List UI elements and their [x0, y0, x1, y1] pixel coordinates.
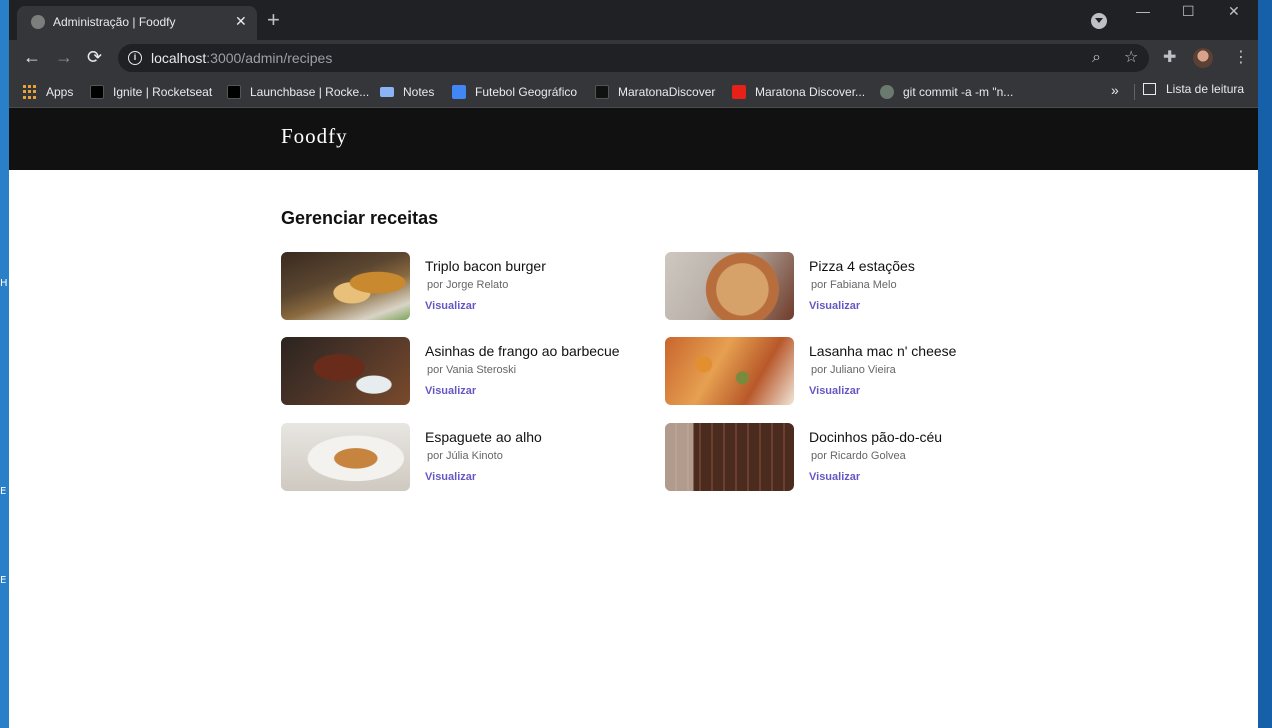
- bookmarks-divider: [1134, 84, 1135, 100]
- recipe-author: por Fabiana Melo: [811, 279, 897, 291]
- view-recipe-link[interactable]: Visualizar: [425, 385, 476, 397]
- recipe-author: por Jorge Relato: [427, 279, 509, 291]
- recipe-card: Triplo bacon burger por Jorge Relato Vis…: [281, 252, 641, 320]
- recipe-title: Lasanha mac n' cheese: [809, 343, 957, 359]
- rocketseat-icon: [227, 85, 241, 99]
- docs-icon: [452, 85, 466, 99]
- bookmark-label: Ignite | Rocketseat: [113, 85, 213, 99]
- globe-icon: [31, 15, 45, 29]
- profile-avatar[interactable]: [1193, 48, 1213, 68]
- close-window-button[interactable]: ✕: [1228, 2, 1240, 20]
- desktop-right-strip: [1258, 0, 1272, 728]
- bookmark-maratona[interactable]: MaratonaDiscover: [595, 82, 715, 102]
- url-text: localhost:3000/admin/recipes: [151, 50, 332, 66]
- view-recipe-link[interactable]: Visualizar: [425, 471, 476, 483]
- page-viewport: Foodfy Gerenciar receitas Triplo bacon b…: [9, 108, 1258, 728]
- view-recipe-link[interactable]: Visualizar: [425, 300, 476, 312]
- bookmark-label: git commit -a -m "n...: [903, 85, 1014, 99]
- bookmark-ignite[interactable]: Ignite | Rocketseat: [90, 82, 212, 102]
- view-recipe-link[interactable]: Visualizar: [809, 385, 860, 397]
- bookmark-label: MaratonaDiscover: [618, 85, 716, 99]
- page-title: Gerenciar receitas: [281, 208, 439, 228]
- back-button[interactable]: ←: [23, 47, 41, 67]
- desktop-icon-fragment: E: [0, 575, 7, 586]
- recipe-title: Asinhas de frango ao barbecue: [425, 343, 620, 359]
- recipe-image: [281, 423, 410, 491]
- recipe-author: por Juliano Vieira: [811, 364, 896, 376]
- site-info-icon[interactable]: i: [128, 51, 142, 65]
- youtube-icon: [732, 85, 746, 99]
- recipe-image: [665, 337, 794, 405]
- reading-list-button[interactable]: Lista de leitura: [1143, 82, 1244, 96]
- extensions-icon[interactable]: ✚: [1163, 48, 1176, 68]
- desktop-icon-fragment: E: [0, 486, 7, 497]
- browser-window: Administração | Foodfy ✕ + — ☐ ✕ ← → ⟳ i…: [9, 0, 1258, 728]
- browser-toolbar: ← → ⟳ i localhost:3000/admin/recipes ⌕ ☆…: [9, 40, 1258, 76]
- recipe-title: Espaguete ao alho: [425, 429, 542, 445]
- bookmark-git[interactable]: git commit -a -m "n...: [880, 82, 1013, 102]
- reload-button[interactable]: ⟳: [87, 47, 102, 67]
- recipe-card: Lasanha mac n' cheese por Juliano Vieira…: [665, 337, 1025, 405]
- address-bar[interactable]: i localhost:3000/admin/recipes ⌕ ☆: [118, 44, 1149, 72]
- recipe-author: por Ricardo Golvea: [811, 450, 906, 462]
- recipe-card: Pizza 4 estações por Fabiana Melo Visual…: [665, 252, 1025, 320]
- recipe-author: por Vania Steroski: [427, 364, 517, 376]
- site-logo[interactable]: Foodfy: [281, 124, 348, 149]
- tab-search-icon[interactable]: [1091, 13, 1107, 29]
- bookmark-launchbase[interactable]: Launchbase | Rocke...: [227, 82, 369, 102]
- view-recipe-link[interactable]: Visualizar: [809, 471, 860, 483]
- recipe-title: Triplo bacon burger: [425, 258, 546, 274]
- rocketseat-icon: [90, 85, 104, 99]
- bookmarks-overflow-button[interactable]: »: [1111, 82, 1119, 98]
- bookmark-label: Notes: [403, 85, 435, 99]
- menu-kebab-icon[interactable]: ⋮: [1233, 48, 1249, 68]
- zoom-icon[interactable]: ⌕: [1092, 48, 1101, 68]
- forward-button[interactable]: →: [55, 47, 73, 67]
- laptop-icon: [380, 87, 394, 97]
- recipe-image: [665, 423, 794, 491]
- reading-list-label: Lista de leitura: [1166, 82, 1245, 96]
- recipe-card: Espaguete ao alho por Júlia Kinoto Visua…: [281, 423, 641, 491]
- minimize-button[interactable]: —: [1136, 2, 1150, 20]
- recipe-title: Pizza 4 estações: [809, 258, 915, 274]
- recipe-title: Docinhos pão-do-céu: [809, 429, 943, 445]
- bookmark-maratona-youtube[interactable]: Maratona Discover...: [732, 82, 865, 102]
- site-header: Foodfy: [9, 108, 1258, 170]
- bookmark-notes[interactable]: Notes: [380, 82, 434, 102]
- recipe-author: por Júlia Kinoto: [427, 450, 503, 462]
- maximize-button[interactable]: ☐: [1182, 2, 1195, 20]
- new-tab-button[interactable]: +: [267, 9, 280, 31]
- tab-title: Administração | Foodfy: [53, 15, 176, 29]
- tab-active[interactable]: Administração | Foodfy ✕: [17, 6, 257, 40]
- desktop-left-strip: H E E: [0, 0, 9, 728]
- info-icon: [595, 85, 609, 99]
- bookmarks-bar: Apps Ignite | Rocketseat Launchbase | Ro…: [9, 76, 1258, 108]
- bookmark-label: Maratona Discover...: [755, 85, 866, 99]
- url-path: :3000/admin/recipes: [206, 50, 333, 66]
- tab-strip: Administração | Foodfy ✕ + — ☐ ✕: [9, 0, 1258, 40]
- bookmark-apps[interactable]: Apps: [23, 82, 73, 102]
- bookmark-label: Launchbase | Rocke...: [250, 85, 370, 99]
- recipe-image: [665, 252, 794, 320]
- desktop-icon-fragment: H: [0, 278, 8, 289]
- reading-list-icon: [1143, 83, 1156, 95]
- recipe-image: [281, 337, 410, 405]
- git-icon: [880, 85, 894, 99]
- tab-close-icon[interactable]: ✕: [235, 12, 247, 30]
- bookmark-label: Futebol Geográfico: [475, 85, 578, 99]
- recipe-card: Docinhos pão-do-céu por Ricardo Golvea V…: [665, 423, 1025, 491]
- bookmark-futebol[interactable]: Futebol Geográfico: [452, 82, 577, 102]
- view-recipe-link[interactable]: Visualizar: [809, 300, 860, 312]
- recipe-image: [281, 252, 410, 320]
- bookmark-label: Apps: [46, 85, 74, 99]
- url-host: localhost: [151, 50, 207, 66]
- recipe-card: Asinhas de frango ao barbecue por Vania …: [281, 337, 641, 405]
- apps-grid-icon: [23, 85, 37, 99]
- bookmark-star-icon[interactable]: ☆: [1124, 48, 1138, 68]
